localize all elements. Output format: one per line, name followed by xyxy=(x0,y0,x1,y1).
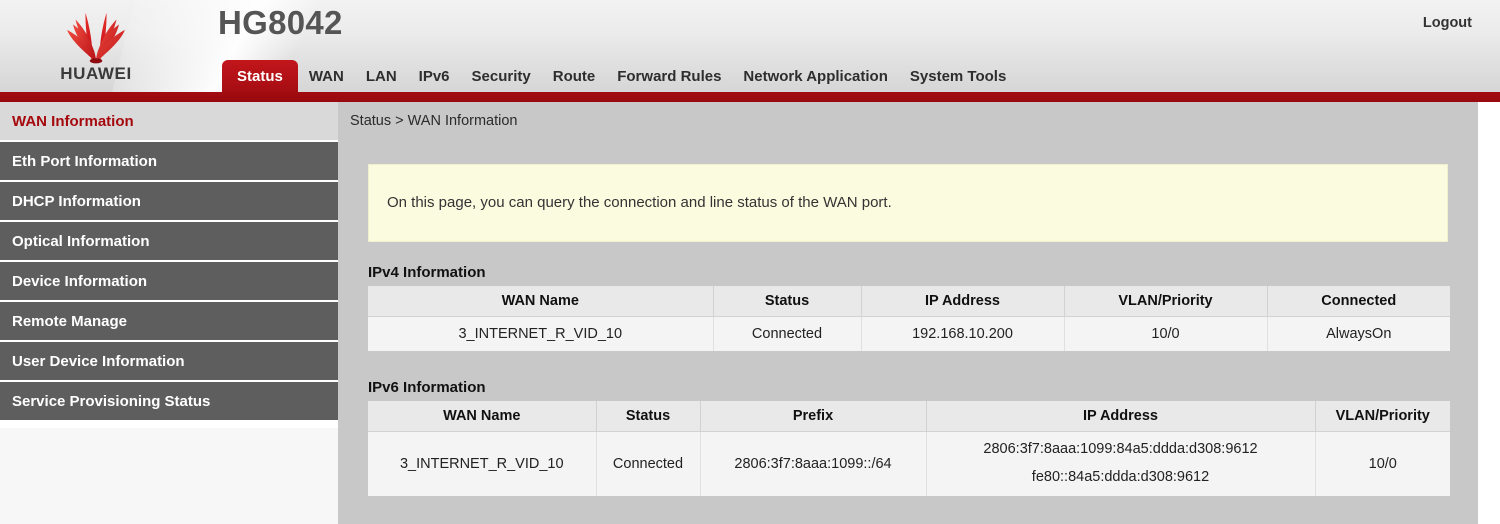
cell-status: Connected xyxy=(596,432,700,497)
column-header-ip-address: IP Address xyxy=(926,401,1315,432)
sidebar-item-service-provisioning-status[interactable]: Service Provisioning Status xyxy=(0,382,338,422)
cell-status: Connected xyxy=(713,317,861,352)
nav-tab-forward-rules[interactable]: Forward Rules xyxy=(606,60,732,92)
ipv4-table-header-row: WAN NameStatusIP AddressVLAN/PriorityCon… xyxy=(368,286,1450,317)
cell-vlan-priority: 10/0 xyxy=(1064,317,1267,352)
breadcrumb-bar: Status > WAN Information xyxy=(338,102,1478,140)
info-banner-text: On this page, you can query the connecti… xyxy=(387,194,892,211)
sidebar-item-user-device-information[interactable]: User Device Information xyxy=(0,342,338,382)
column-header-wan-name: WAN Name xyxy=(368,286,713,317)
cell-vlan-priority: 10/0 xyxy=(1315,432,1450,497)
nav-tab-network-application[interactable]: Network Application xyxy=(732,60,898,92)
cell-ip-address: 192.168.10.200 xyxy=(861,317,1064,352)
column-header-connected: Connected xyxy=(1267,286,1450,317)
nav-tab-wan[interactable]: WAN xyxy=(298,60,355,92)
cell-wan-name: 3_INTERNET_R_VID_10 xyxy=(368,317,713,352)
sidebar-item-dhcp-information[interactable]: DHCP Information xyxy=(0,182,338,222)
content-inner: On this page, you can query the connecti… xyxy=(338,140,1478,524)
nav-accent-bar xyxy=(0,92,1500,102)
sidebar-item-remote-manage[interactable]: Remote Manage xyxy=(0,302,338,342)
cell-connected: AlwaysOn xyxy=(1267,317,1450,352)
sidebar-menu: WAN InformationEth Port InformationDHCP … xyxy=(0,102,338,428)
cell-wan-name: 3_INTERNET_R_VID_10 xyxy=(368,432,596,497)
column-header-vlan-priority: VLAN/Priority xyxy=(1064,286,1267,317)
ipv6-table: WAN NameStatusPrefixIP AddressVLAN/Prior… xyxy=(368,401,1450,496)
sidebar-bottom-filler xyxy=(0,428,338,524)
nav-tab-ipv6[interactable]: IPv6 xyxy=(408,60,461,92)
table-row: 3_INTERNET_R_VID_10Connected192.168.10.2… xyxy=(368,317,1450,352)
table-row: 3_INTERNET_R_VID_10Connected2806:3f7:8aa… xyxy=(368,432,1450,497)
sidebar-item-eth-port-information[interactable]: Eth Port Information xyxy=(0,142,338,182)
column-header-wan-name: WAN Name xyxy=(368,401,596,432)
nav-tab-status[interactable]: Status xyxy=(222,60,298,92)
ipv6-table-header-row: WAN NameStatusPrefixIP AddressVLAN/Prior… xyxy=(368,401,1450,432)
ipv4-section-label: IPv4 Information xyxy=(368,264,486,281)
main-navigation: StatusWANLANIPv6SecurityRouteForward Rul… xyxy=(0,60,1500,92)
router-admin-page: HUAWEI HG8042 Logout StatusWANLANIPv6Sec… xyxy=(0,0,1500,524)
page-header: HUAWEI HG8042 Logout StatusWANLANIPv6Sec… xyxy=(0,0,1500,92)
sidebar-item-optical-information[interactable]: Optical Information xyxy=(0,222,338,262)
column-header-status: Status xyxy=(713,286,861,317)
huawei-flower-icon xyxy=(44,4,148,66)
nav-tab-system-tools[interactable]: System Tools xyxy=(899,60,1017,92)
nav-tab-route[interactable]: Route xyxy=(542,60,607,92)
sidebar-item-wan-information[interactable]: WAN Information xyxy=(0,102,338,142)
ipv6-address: 2806:3f7:8aaa:1099:84a5:ddda:d308:9612 xyxy=(929,442,1313,458)
breadcrumb: Status > WAN Information xyxy=(350,113,518,129)
sidebar-item-device-information[interactable]: Device Information xyxy=(0,262,338,302)
ipv6-section-label: IPv6 Information xyxy=(368,379,486,396)
nav-tab-lan[interactable]: LAN xyxy=(355,60,408,92)
right-margin xyxy=(1478,102,1500,524)
logout-button[interactable]: Logout xyxy=(1423,15,1472,31)
nav-tab-security[interactable]: Security xyxy=(461,60,542,92)
column-header-status: Status xyxy=(596,401,700,432)
column-header-vlan-priority: VLAN/Priority xyxy=(1315,401,1450,432)
info-banner: On this page, you can query the connecti… xyxy=(368,164,1448,242)
content-area: On this page, you can query the connecti… xyxy=(338,140,1478,524)
column-header-ip-address: IP Address xyxy=(861,286,1064,317)
cell-ip-address: 2806:3f7:8aaa:1099:84a5:ddda:d308:9612 fe… xyxy=(926,432,1315,497)
page-title: HG8042 xyxy=(218,4,343,42)
ipv6-address: fe80::84a5:ddda:d308:9612 xyxy=(929,470,1313,486)
column-header-prefix: Prefix xyxy=(700,401,926,432)
cell-prefix: 2806:3f7:8aaa:1099::/64 xyxy=(700,432,926,497)
ipv4-table: WAN NameStatusIP AddressVLAN/PriorityCon… xyxy=(368,286,1450,351)
